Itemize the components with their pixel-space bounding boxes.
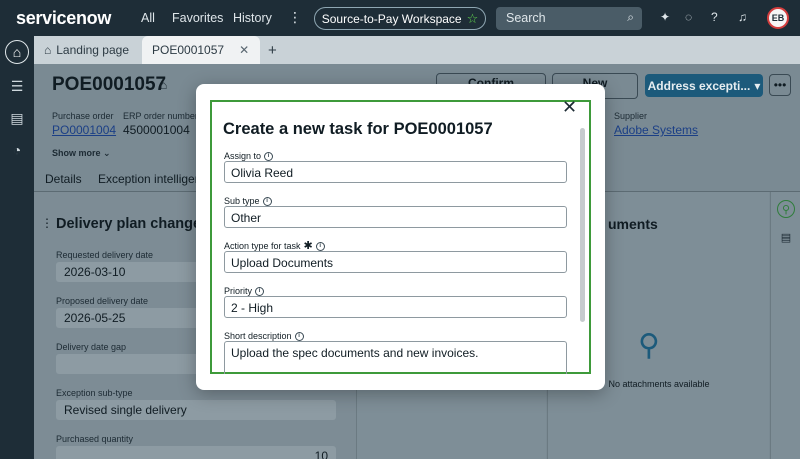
list-icon[interactable]: ☰ (5, 74, 29, 98)
priority-label: Priority i (224, 286, 265, 296)
close-icon[interactable]: ✕ (562, 98, 577, 116)
chat-icon[interactable]: ◌ (685, 10, 692, 24)
paperclip-icon: ⚲ (638, 329, 660, 362)
field-label: Exception sub-type (56, 388, 133, 398)
sparkle-icon[interactable]: ✦ (660, 10, 670, 24)
attachments-title: uments (608, 216, 658, 232)
address-exception-button[interactable]: Address excepti... ▾ (645, 74, 763, 97)
nav-all[interactable]: All (141, 11, 155, 25)
inbox-icon[interactable]: ▤ (5, 106, 29, 130)
servicenow-logo[interactable]: servicenow (16, 8, 111, 29)
tag-icon[interactable]: ⌂ (160, 78, 167, 92)
notification-bell-icon[interactable]: ♫ (738, 10, 747, 24)
workspace-selector[interactable]: Source-to-Pay Workspace ☆ (314, 7, 486, 30)
priority-input[interactable]: 2 - High (224, 296, 567, 318)
tab-label: Landing page (56, 43, 129, 57)
show-more-toggle[interactable]: Show more ⌄ (52, 148, 111, 159)
short-description-textarea[interactable]: Upload the spec documents and new invoic… (224, 341, 567, 374)
meta-label-erp: ERP order number (123, 111, 198, 121)
info-icon[interactable]: i (264, 151, 274, 161)
global-search-input[interactable]: Search ⌕ (496, 7, 642, 30)
erp-order-number: 4500001004 (123, 123, 190, 137)
tab-strip: ⌂ Landing page POE0001057 ✕ + (34, 36, 800, 64)
top-navigation-bar: servicenow All Favorites History ⋮ Sourc… (0, 0, 800, 36)
tab-record[interactable]: POE0001057 ✕ (142, 36, 260, 64)
required-asterisk-icon: ✱ (303, 239, 313, 252)
star-icon[interactable]: ☆ (467, 11, 479, 27)
field-label: Proposed delivery date (56, 296, 149, 306)
nav-favorites[interactable]: Favorites (172, 11, 223, 25)
search-placeholder: Search (506, 11, 546, 25)
left-rail: ⌂ ☰ ▤ ◔ (0, 36, 34, 459)
field-label: Purchased quantity (56, 434, 134, 444)
action-type-input[interactable]: Upload Documents (224, 251, 567, 273)
side-panel-toolbar: ⚲ ▤ (770, 192, 800, 459)
create-task-modal: ✕ Create a new task for POE0001057 Assig… (196, 84, 605, 390)
supplier-link[interactable]: Adobe Systems (614, 123, 698, 137)
help-icon[interactable]: ? (711, 10, 718, 24)
exception-sub-type: Revised single delivery (56, 400, 336, 420)
info-icon[interactable]: i (255, 286, 265, 296)
info-icon[interactable]: i (294, 331, 304, 341)
workspace-label: Source-to-Pay Workspace (321, 11, 462, 26)
field-label: Requested delivery date (56, 250, 154, 260)
user-avatar[interactable]: EB (767, 7, 789, 29)
more-actions-button[interactable]: ••• (769, 74, 791, 96)
nav-history[interactable]: History (233, 11, 272, 25)
document-panel-icon[interactable]: ▤ (777, 228, 795, 246)
modal-scrollbar[interactable] (580, 128, 585, 322)
purchased-quantity: 10 (56, 446, 336, 459)
info-icon[interactable]: i (315, 241, 325, 251)
action-type-label: Action type for task ✱ i (224, 239, 325, 252)
assign-to-label: Assign to i (224, 151, 274, 161)
address-exception-label: Address excepti... (647, 78, 751, 93)
modal-title: Create a new task for POE0001057 (223, 120, 493, 138)
caret-down-icon: ▾ (754, 78, 761, 93)
assign-to-input[interactable]: Olivia Reed (224, 161, 567, 183)
purchase-order-link[interactable]: PO0001004 (52, 123, 116, 137)
record-title: POE0001057 (52, 74, 167, 95)
search-icon: ⌕ (627, 10, 634, 24)
home-small-icon: ⌂ (44, 43, 52, 57)
sub-type-input[interactable]: Other (224, 206, 567, 228)
add-tab-icon[interactable]: + (268, 42, 277, 59)
info-icon[interactable]: i (262, 196, 272, 206)
tab-landing-page[interactable]: ⌂ Landing page (34, 36, 139, 64)
close-tab-icon[interactable]: ✕ (239, 43, 249, 57)
dashboard-icon[interactable]: ◔ (5, 138, 29, 162)
field-label: Delivery date gap (56, 342, 127, 352)
more-menu-icon[interactable]: ⋮ (288, 9, 302, 26)
tab-label: POE0001057 (152, 43, 225, 57)
meta-label-po: Purchase order (52, 111, 114, 121)
meta-label-supplier: Supplier (614, 111, 648, 121)
home-icon[interactable]: ⌂ (5, 40, 29, 64)
panel-menu-icon[interactable]: ⋮ (41, 216, 53, 230)
delivery-plan-title: Delivery plan change (56, 216, 202, 232)
attachment-panel-icon[interactable]: ⚲ (777, 200, 795, 218)
sub-type-label: Sub type i (224, 196, 272, 206)
short-description-label: Short description i (224, 331, 304, 341)
